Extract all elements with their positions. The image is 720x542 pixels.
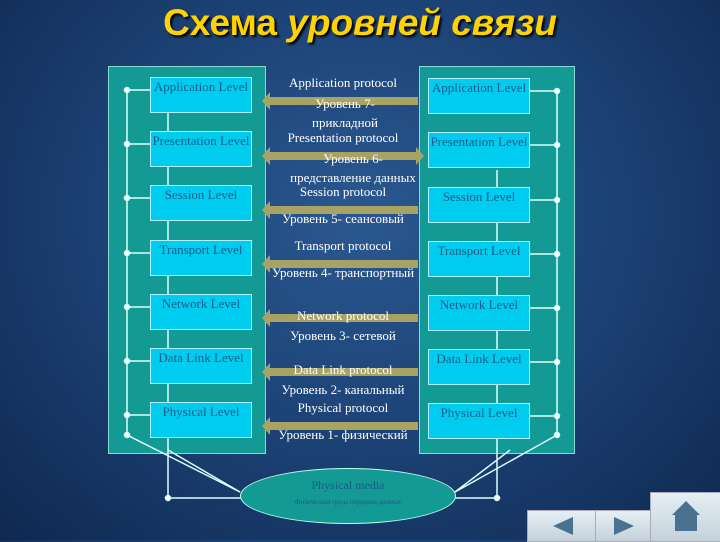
protocol-level-ru: Уровень 1- физический [278,427,408,442]
home-icon-body [675,515,697,531]
physical-media: Physical media Физическая среда передачи… [240,468,456,524]
right-level-box: Physical Level [428,403,530,439]
right-level-box: Application Level [428,78,530,114]
protocol-name: Physical protocol [297,400,389,415]
triangle-right-icon [614,517,634,535]
triangle-left-icon [553,517,573,535]
home-icon [672,501,700,515]
home-button[interactable] [650,492,720,542]
protocol-name: Transport protocol [294,238,392,253]
right-level-box: Transport Level [428,241,530,277]
protocol-level-ru: Уровень 5- сеансовый [282,211,404,226]
left-level-box: Network Level [150,294,252,330]
protocol-name: Application protocol [289,75,397,90]
left-level-box: Session Level [150,185,252,221]
protocol-level-ru: Уровень 2- канальный [281,382,405,397]
protocol-name: Data Link protocol [293,362,393,377]
left-level-box: Application Level [150,77,252,113]
right-level-box: Session Level [428,187,530,223]
protocol-name: Network protocol [296,308,390,323]
protocol-level-ru: Уровень 3- сетевой [290,328,396,343]
left-level-box: Physical Level [150,402,252,438]
left-level-box: Presentation Level [150,131,252,167]
protocol-level-ru: Уровень 6- представление данных [290,151,416,185]
physical-media-label: Physical media [311,478,385,492]
protocol-name: Presentation protocol [287,130,399,145]
left-level-box: Data Link Level [150,348,252,384]
protocol-level-ru: Уровень 4- транспортный [271,265,415,280]
protocol-name: Session protocol [299,184,387,199]
prev-slide-button[interactable] [527,510,596,542]
next-slide-button[interactable] [595,510,651,542]
right-level-box: Presentation Level [428,132,530,168]
right-level-box: Network Level [428,295,530,331]
right-level-box: Data Link Level [428,349,530,385]
protocol-level-ru: Уровень 7- прикладной [311,96,378,130]
physical-media-sublabel: Физическая среда передачи данных [294,498,402,506]
left-level-box: Transport Level [150,240,252,276]
